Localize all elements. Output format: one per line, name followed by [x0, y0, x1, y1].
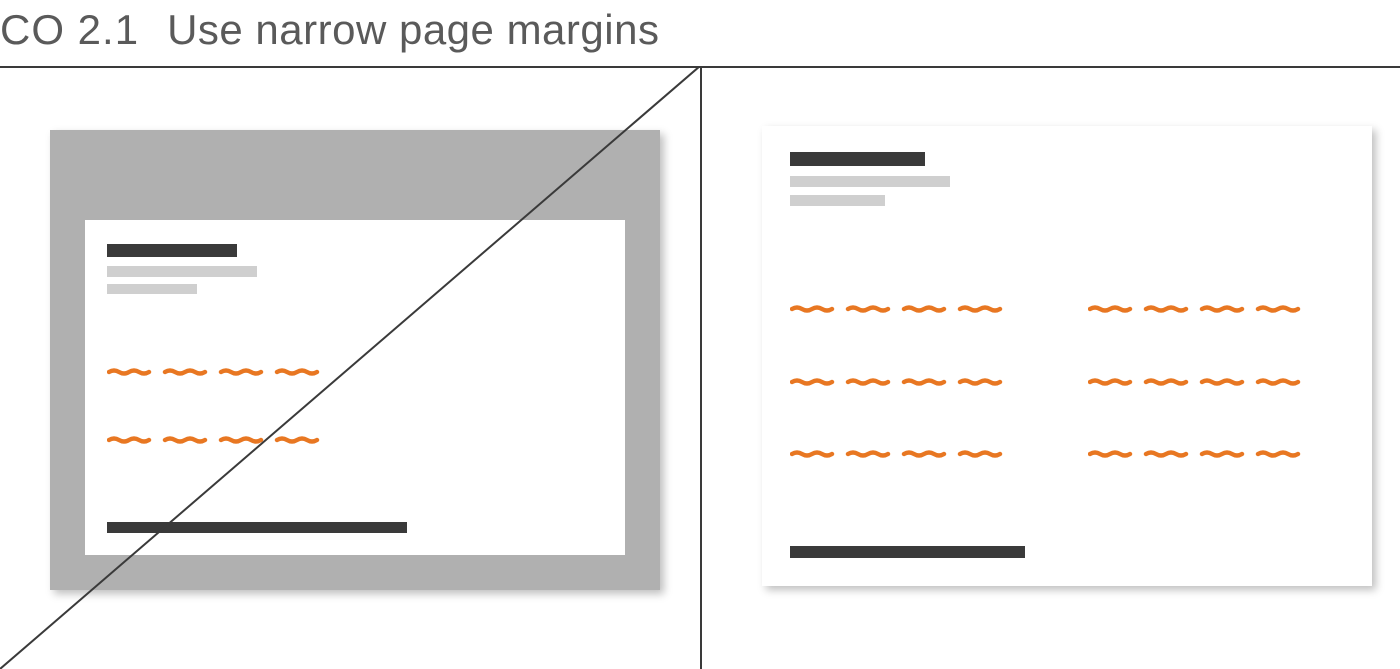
guideline-title: Use narrow page margins — [167, 6, 659, 53]
content-squiggle-icon — [790, 305, 1040, 313]
guideline-heading: CO 2.1 Use narrow page margins — [0, 6, 659, 54]
slide-narrow-margins — [762, 126, 1372, 586]
content-squiggle-icon — [1088, 378, 1338, 386]
good-example-panel — [702, 66, 1400, 669]
content-squiggle-icon — [1088, 305, 1338, 313]
guideline-code: CO 2.1 — [0, 6, 139, 53]
content-squiggle-icon — [107, 436, 352, 444]
footer-bar-icon — [107, 522, 407, 533]
bad-example-panel — [0, 66, 700, 669]
slide-content-area — [790, 150, 1344, 562]
slide-wide-inner — [85, 220, 625, 555]
subtitle-bar-icon — [790, 195, 885, 206]
content-squiggle-icon — [107, 368, 352, 376]
slide-wide-margins — [50, 130, 660, 590]
content-squiggle-icon — [790, 450, 1040, 458]
footer-bar-icon — [790, 546, 1025, 558]
slide-content-area — [107, 242, 603, 533]
subtitle-bar-icon — [107, 266, 257, 277]
subtitle-bar-icon — [790, 176, 950, 187]
content-squiggle-icon — [790, 378, 1040, 386]
content-squiggle-icon — [1088, 450, 1338, 458]
subtitle-bar-icon — [107, 284, 197, 294]
title-bar-icon — [107, 244, 237, 257]
title-bar-icon — [790, 152, 925, 166]
